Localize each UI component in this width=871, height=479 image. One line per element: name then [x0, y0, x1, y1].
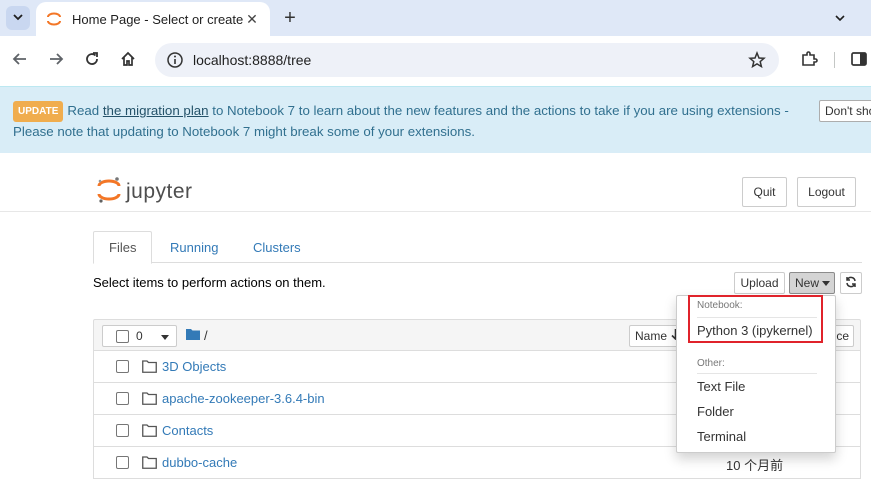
- row-checkbox[interactable]: [116, 456, 129, 469]
- refresh-button[interactable]: [840, 272, 862, 294]
- address-bar[interactable]: localhost:8888/tree: [155, 43, 779, 77]
- chevron-down-icon[interactable]: [830, 8, 850, 28]
- banner-text: UPDATE Read the migration plan to Noteboo…: [13, 101, 823, 141]
- arrow-right-icon: [48, 51, 64, 70]
- new-terminal-item[interactable]: Terminal: [697, 429, 746, 444]
- sort-name-label: Name: [635, 329, 668, 343]
- tab-clusters[interactable]: Clusters: [238, 231, 316, 263]
- forward-button[interactable]: [44, 48, 68, 72]
- refresh-icon: [845, 276, 857, 291]
- new-button-label: New: [795, 276, 820, 290]
- select-all-checkbox[interactable]: [116, 329, 129, 343]
- extensions-button[interactable]: [797, 48, 821, 72]
- folder-icon: [142, 360, 157, 376]
- file-name-link[interactable]: 3D Objects: [162, 359, 226, 374]
- new-dropdown-button[interactable]: New: [789, 272, 835, 294]
- home-button[interactable]: [116, 48, 140, 72]
- folder-icon: [142, 392, 157, 408]
- jupyter-favicon-icon: [46, 11, 62, 27]
- caret-down-icon[interactable]: [160, 329, 169, 344]
- side-panel-button[interactable]: [850, 48, 871, 72]
- reload-button[interactable]: [80, 48, 104, 72]
- select-message: Select items to perform actions on them.: [93, 275, 326, 290]
- new-folder-item[interactable]: Folder: [697, 404, 734, 419]
- folder-icon: [142, 424, 157, 440]
- tab-title: Home Page - Select or create a notebook: [72, 11, 244, 27]
- file-name-link[interactable]: Contacts: [162, 423, 213, 438]
- logout-button[interactable]: Logout: [797, 177, 856, 207]
- browser-tabbar: Home Page - Select or create a notebook …: [0, 0, 871, 36]
- menu-divider: [697, 373, 817, 374]
- site-info-icon[interactable]: [165, 50, 185, 70]
- update-badge: UPDATE: [13, 101, 64, 122]
- tab-running[interactable]: Running: [155, 231, 233, 263]
- new-tab-button[interactable]: +: [278, 6, 302, 30]
- row-checkbox[interactable]: [116, 392, 129, 405]
- toolbar-divider: [834, 52, 835, 68]
- breadcrumb[interactable]: /: [186, 328, 208, 343]
- modified-time: 10 个月前: [726, 458, 784, 473]
- puzzle-icon: [800, 50, 818, 71]
- new-text-file-item[interactable]: Text File: [697, 379, 745, 394]
- folder-icon: [186, 328, 200, 343]
- logo-wordmark: jupyter: [126, 179, 193, 203]
- chevron-down-icon: [12, 11, 24, 26]
- file-name-link[interactable]: dubbo-cache: [162, 455, 237, 470]
- back-button[interactable]: [8, 48, 32, 72]
- jupyter-logo[interactable]: jupyter: [96, 176, 193, 207]
- file-name-link[interactable]: apache-zookeeper-3.6.4-bin: [162, 391, 325, 406]
- close-tab-icon[interactable]: ✕: [244, 11, 260, 27]
- notebook-tabs: Files Running Clusters: [93, 231, 862, 264]
- browser-tab[interactable]: Home Page - Select or create a notebook …: [36, 2, 270, 36]
- row-checkbox[interactable]: [116, 424, 129, 437]
- folder-icon: [142, 456, 157, 472]
- other-section-header: Other:: [697, 358, 725, 369]
- reload-icon: [84, 51, 100, 70]
- row-checkbox[interactable]: [116, 360, 129, 373]
- jupyter-header: jupyter Quit Logout: [0, 154, 871, 212]
- caret-down-icon: [822, 276, 831, 290]
- banner-text-start: Read: [67, 103, 103, 118]
- tab-files[interactable]: Files: [93, 231, 153, 264]
- selected-count: 0: [136, 329, 143, 343]
- side-panel-icon: [850, 50, 868, 71]
- quit-button[interactable]: Quit: [742, 177, 787, 207]
- tab-search-button[interactable]: [6, 6, 30, 30]
- highlight-box: [688, 295, 823, 343]
- home-icon: [120, 51, 136, 70]
- breadcrumb-root[interactable]: /: [204, 328, 208, 343]
- migration-banner: UPDATE Read the migration plan to Noteboo…: [0, 86, 871, 153]
- url-text[interactable]: localhost:8888/tree: [193, 52, 745, 68]
- migration-plan-link[interactable]: the migration plan: [103, 103, 209, 118]
- bookmark-star-icon[interactable]: [745, 48, 769, 72]
- browser-toolbar: localhost:8888/tree: [0, 36, 871, 84]
- jupyter-logo-icon: [96, 176, 122, 207]
- arrow-left-icon: [12, 51, 28, 70]
- upload-button[interactable]: Upload: [734, 272, 785, 294]
- select-all-dropdown[interactable]: 0: [102, 325, 177, 347]
- dont-show-button[interactable]: Don't show: [819, 100, 871, 122]
